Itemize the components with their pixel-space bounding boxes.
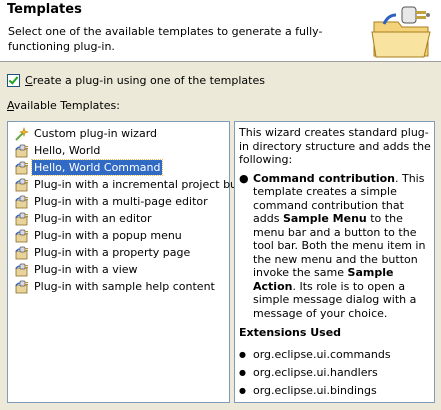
plugin-template-icon xyxy=(14,228,30,244)
create-from-template-checkbox[interactable] xyxy=(7,73,20,87)
bullet-icon: ● xyxy=(239,171,249,185)
bullet-icon: ● xyxy=(239,349,246,359)
wizard-wand-icon xyxy=(14,126,30,142)
template-description-panel: This wizard creates standard plug-in dir… xyxy=(234,121,435,403)
wizard-header: Templates Select one of the available te… xyxy=(0,0,441,62)
bullet-icon: ● xyxy=(239,402,253,403)
page-title: Templates xyxy=(7,2,82,17)
plugin-template-icon xyxy=(14,211,30,227)
extensions-list: ● org.eclipse.ui.commands ● org.eclipse.ui.… xyxy=(239,346,431,403)
folder-plug-icon xyxy=(371,6,431,58)
bullet-icon: ● xyxy=(239,385,246,395)
extension-name: org.eclipse.ui.commands xyxy=(253,347,391,361)
template-item[interactable]: Plug-in with a property page xyxy=(8,244,229,261)
template-item-label: Hello, World Command xyxy=(30,159,164,176)
template-item-label: Plug-in with a incremental project build… xyxy=(34,178,262,191)
template-item[interactable]: Plug-in with sample help content xyxy=(8,278,229,295)
template-item-label: Plug-in with an editor xyxy=(34,212,152,225)
plugin-template-icon xyxy=(14,262,30,278)
extension-item: ● org.eclipse.ui.bindings xyxy=(239,382,431,400)
extension-name: org.eclipse.ui.handlers xyxy=(253,365,378,379)
bullet-text: Command contribution. This template crea… xyxy=(253,171,426,320)
plugin-template-icon xyxy=(14,245,30,261)
page-description: Select one of the available templates to… xyxy=(8,25,323,53)
template-item[interactable]: Custom plug-in wizard xyxy=(8,125,229,142)
template-item[interactable]: Plug-in with an editor xyxy=(8,210,229,227)
plugin-template-icon xyxy=(14,279,30,295)
template-item[interactable]: Plug-in with a view xyxy=(8,261,229,278)
bullet-icon: ● xyxy=(239,367,246,377)
template-item-label: Plug-in with sample help content xyxy=(34,280,215,293)
plugin-template-icon xyxy=(14,160,30,176)
create-from-template-label: Create a plug-in using one of the templa… xyxy=(25,73,265,87)
templates-list[interactable]: Custom plug-in wizard Hello, World Hello, … xyxy=(7,121,261,403)
extension-name: org.eclipse.ui.bindings xyxy=(253,383,377,397)
plugin-template-icon xyxy=(14,194,30,210)
plugin-template-icon xyxy=(14,177,30,193)
template-item[interactable]: Hello, World xyxy=(8,142,229,159)
template-item-label: Hello, World xyxy=(34,144,101,157)
description-bullet: ● Command contribution. This template cr… xyxy=(239,172,431,321)
template-item-label: Plug-in with a property page xyxy=(34,246,191,259)
create-from-template-checkbox-row[interactable]: Create a plug-in using one of the templa… xyxy=(7,72,265,88)
extension-item: ●org.eclipse.ui.menus xyxy=(239,400,431,403)
template-item[interactable]: Plug-in with a incremental project build… xyxy=(8,176,261,193)
template-item[interactable]: Hello, World Command xyxy=(8,159,229,176)
plugin-template-icon xyxy=(14,143,30,159)
template-item-label: Plug-in with a popup menu xyxy=(34,229,182,242)
extension-item: ● org.eclipse.ui.commands xyxy=(239,346,431,364)
template-item-label: Plug-in with a multi-page editor xyxy=(34,195,208,208)
template-item-label: Custom plug-in wizard xyxy=(34,127,158,140)
template-item-label: Plug-in with a view xyxy=(34,263,138,276)
extensions-heading: Extensions Used xyxy=(239,326,342,339)
available-templates-label: Available Templates: xyxy=(7,99,120,112)
extension-name: org.eclipse.ui.menus xyxy=(253,402,367,403)
template-item[interactable]: Plug-in with a multi-page editor xyxy=(8,193,229,210)
template-item[interactable]: Plug-in with a popup menu xyxy=(8,227,229,244)
extension-item: ● org.eclipse.ui.handlers xyxy=(239,364,431,382)
description-intro: This wizard creates standard plug-in dir… xyxy=(239,126,431,166)
